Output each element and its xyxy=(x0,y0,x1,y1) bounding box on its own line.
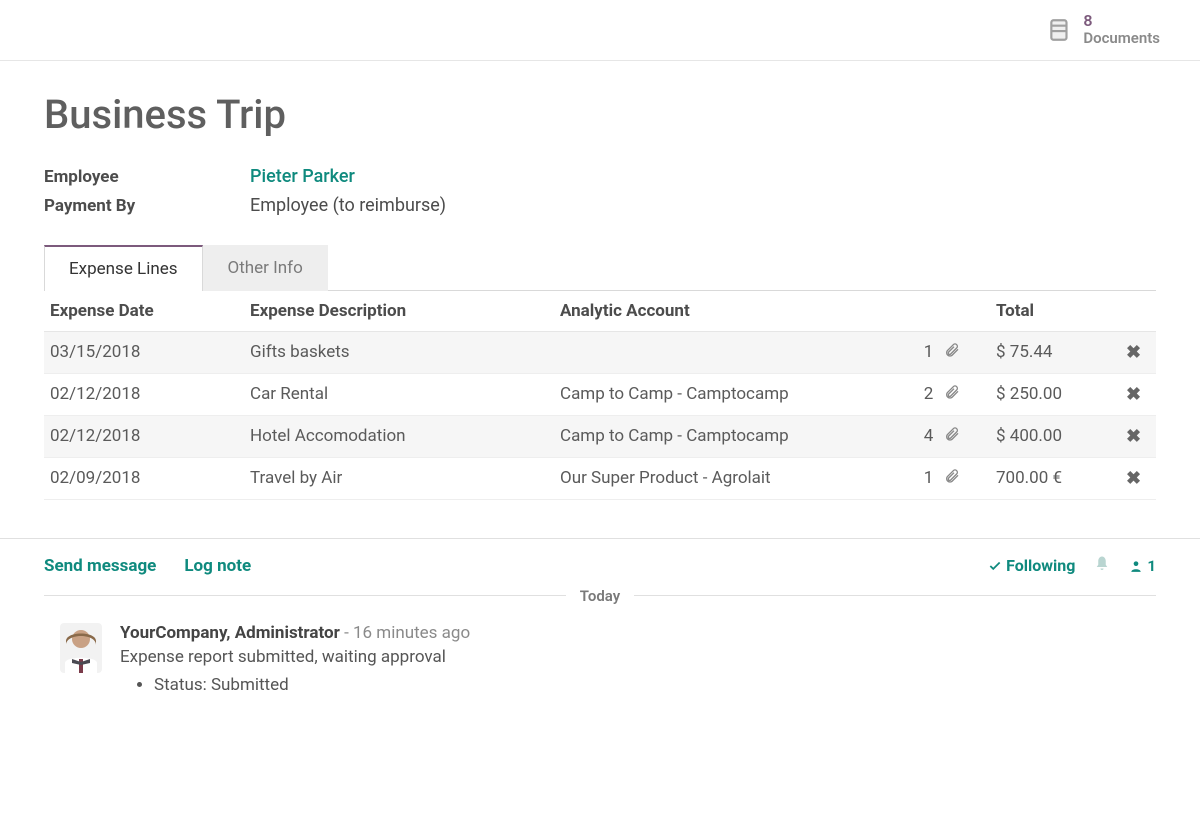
person-icon xyxy=(1129,559,1143,573)
cell-analytic xyxy=(554,331,918,373)
table-row[interactable]: 02/12/2018Car RentalCamp to Camp - Campt… xyxy=(44,373,1156,415)
avatar xyxy=(60,623,102,673)
cell-desc: Travel by Air xyxy=(244,457,554,499)
page-title: Business Trip xyxy=(44,91,1156,138)
expense-table: Expense Date Expense Description Analyti… xyxy=(44,291,1156,500)
paperclip-icon[interactable] xyxy=(944,384,960,405)
follower-count: 1 xyxy=(1147,557,1156,575)
log-note-button[interactable]: Log note xyxy=(184,556,251,576)
cell-date: 02/12/2018 xyxy=(44,415,244,457)
cell-total: $ 75.44 xyxy=(990,331,1120,373)
date-separator: Today xyxy=(0,587,1200,605)
table-row[interactable]: 02/09/2018Travel by AirOur Super Product… xyxy=(44,457,1156,499)
cell-attachments[interactable]: 2 xyxy=(918,373,990,415)
message: YourCompany, Administrator - 16 minutes … xyxy=(0,605,1200,709)
send-message-button[interactable]: Send message xyxy=(44,556,156,576)
cell-desc: Hotel Accomodation xyxy=(244,415,554,457)
field-group: Employee Pieter Parker Payment By Employ… xyxy=(44,166,1156,216)
delete-row-button[interactable]: ✖ xyxy=(1126,426,1141,447)
documents-button[interactable]: 8 Documents xyxy=(1047,12,1160,48)
cell-total: $ 250.00 xyxy=(990,373,1120,415)
payment-label: Payment By xyxy=(44,196,250,216)
tabs: Expense Lines Other Info xyxy=(44,244,1156,291)
cell-desc: Car Rental xyxy=(244,373,554,415)
cell-attachments[interactable]: 1 xyxy=(918,331,990,373)
documents-count: 8 xyxy=(1083,12,1160,30)
delete-row-button[interactable]: ✖ xyxy=(1126,342,1141,363)
cell-analytic: Camp to Camp - Camptocamp xyxy=(554,415,918,457)
paperclip-icon[interactable] xyxy=(944,342,960,363)
tab-other-info[interactable]: Other Info xyxy=(203,245,328,291)
following-label: Following xyxy=(1006,556,1075,575)
cell-date: 02/12/2018 xyxy=(44,373,244,415)
following-button[interactable]: Following xyxy=(988,556,1075,575)
delete-row-button[interactable]: ✖ xyxy=(1126,468,1141,489)
cell-total: $ 400.00 xyxy=(990,415,1120,457)
cell-analytic: Our Super Product - Agrolait xyxy=(554,457,918,499)
message-time: - 16 minutes ago xyxy=(344,623,470,643)
col-header-analytic[interactable]: Analytic Account xyxy=(554,291,918,332)
col-header-date[interactable]: Expense Date xyxy=(44,291,244,332)
bell-icon[interactable] xyxy=(1093,555,1111,577)
cell-desc: Gifts baskets xyxy=(244,331,554,373)
col-header-desc[interactable]: Expense Description xyxy=(244,291,554,332)
cell-total: 700.00 € xyxy=(990,457,1120,499)
paperclip-icon[interactable] xyxy=(944,468,960,489)
message-text: Expense report submitted, waiting approv… xyxy=(120,647,470,667)
cell-attachments[interactable]: 4 xyxy=(918,415,990,457)
paperclip-icon[interactable] xyxy=(944,426,960,447)
payment-value: Employee (to reimburse) xyxy=(250,195,446,216)
follower-count-button[interactable]: 1 xyxy=(1129,557,1156,575)
tab-expense-lines[interactable]: Expense Lines xyxy=(44,245,203,291)
separator-label: Today xyxy=(566,587,634,605)
col-header-total[interactable]: Total xyxy=(990,291,1120,332)
chatter-toolbar: Send message Log note Following 1 xyxy=(0,538,1200,587)
cell-attachments[interactable]: 1 xyxy=(918,457,990,499)
cell-analytic: Camp to Camp - Camptocamp xyxy=(554,373,918,415)
message-status-item: Status: Submitted xyxy=(154,675,470,695)
table-row[interactable]: 03/15/2018Gifts baskets 1 $ 75.44 ✖ xyxy=(44,331,1156,373)
documents-label: Documents xyxy=(1083,30,1160,47)
documents-icon xyxy=(1047,17,1073,43)
employee-value[interactable]: Pieter Parker xyxy=(250,166,355,187)
employee-label: Employee xyxy=(44,167,250,187)
header-bar: 8 Documents xyxy=(0,6,1200,61)
table-row[interactable]: 02/12/2018Hotel AccomodationCamp to Camp… xyxy=(44,415,1156,457)
cell-date: 02/09/2018 xyxy=(44,457,244,499)
message-author[interactable]: YourCompany, Administrator xyxy=(120,623,340,643)
check-icon xyxy=(988,559,1002,573)
delete-row-button[interactable]: ✖ xyxy=(1126,384,1141,405)
cell-date: 03/15/2018 xyxy=(44,331,244,373)
